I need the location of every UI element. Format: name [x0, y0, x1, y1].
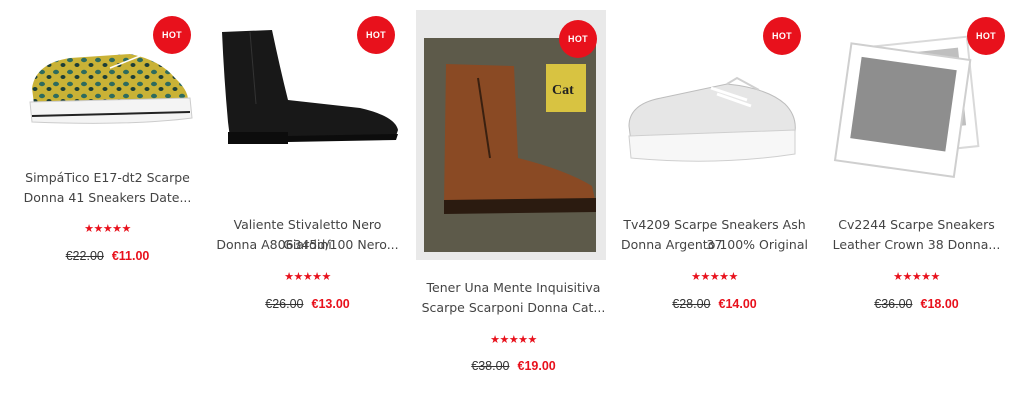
product-image[interactable]: HOT: [617, 8, 812, 188]
product-title-line-1[interactable]: SimpáTico E17-dt2 Scarpe: [10, 168, 205, 188]
product-card[interactable]: Cat HOT Tener Una Mente Inquisitiva Scar…: [416, 8, 611, 373]
old-price: €36.00: [874, 297, 913, 311]
hot-badge: HOT: [967, 17, 1005, 55]
price: €28.00 €14.00: [617, 297, 812, 311]
rating-stars: ★★★★★: [490, 333, 537, 346]
svg-text:Cat: Cat: [552, 83, 574, 98]
product-title-line-2[interactable]: Donna Argento 100% Original: [617, 235, 812, 255]
product-title-line-2[interactable]: Donna 41 Sneakers Date...: [10, 188, 205, 208]
old-price: €22.00: [65, 249, 104, 263]
sale-price: €18.00: [920, 297, 959, 311]
product-image[interactable]: HOT: [10, 8, 205, 188]
rating-stars: ★★★★★: [893, 270, 940, 283]
price: €22.00 €11.00: [10, 249, 205, 263]
sale-price: €19.00: [517, 359, 556, 373]
product-image[interactable]: Cat HOT: [416, 8, 611, 260]
hot-badge: HOT: [763, 17, 801, 55]
old-price: €26.00: [265, 297, 304, 311]
rating-stars: ★★★★★: [84, 222, 131, 235]
product-card[interactable]: HOT Tv4209 Scarpe Sneakers Ash 37 Donna …: [617, 8, 812, 311]
hot-badge: HOT: [357, 16, 395, 54]
product-card[interactable]: HOT Valiente Stivaletto Nero Giardini Do…: [210, 8, 405, 311]
product-title-line-1[interactable]: Tener Una Mente Inquisitiva: [416, 278, 611, 298]
sale-price: €13.00: [311, 297, 350, 311]
rating-stars: ★★★★★: [284, 270, 331, 283]
price: €36.00 €18.00: [819, 297, 1014, 311]
rating-stars: ★★★★★: [691, 270, 738, 283]
product-title-line-2[interactable]: Scarpe Scarponi Donna Cat...: [416, 298, 611, 318]
sale-price: €11.00: [111, 249, 150, 263]
price: €38.00 €19.00: [416, 359, 611, 373]
product-image[interactable]: HOT: [210, 8, 405, 188]
product-card[interactable]: HOT SimpáTico E17-dt2 Scarpe Donna 41 Sn…: [10, 8, 205, 263]
product-title-line-2[interactable]: Leather Crown 38 Donna...: [819, 235, 1014, 255]
product-card[interactable]: HOT Cv2244 Scarpe Sneakers Leather Crown…: [819, 8, 1014, 311]
product-image[interactable]: HOT: [819, 8, 1014, 188]
product-title-line-1[interactable]: Cv2244 Scarpe Sneakers: [819, 215, 1014, 235]
sale-price: €14.00: [718, 297, 757, 311]
old-price: €28.00: [672, 297, 711, 311]
hot-badge: HOT: [559, 20, 597, 58]
price: €26.00 €13.00: [210, 297, 405, 311]
old-price: €38.00: [471, 359, 510, 373]
product-title-line-2[interactable]: Donna A806345d/100 Nero...: [210, 235, 405, 255]
hot-badge: HOT: [153, 16, 191, 54]
